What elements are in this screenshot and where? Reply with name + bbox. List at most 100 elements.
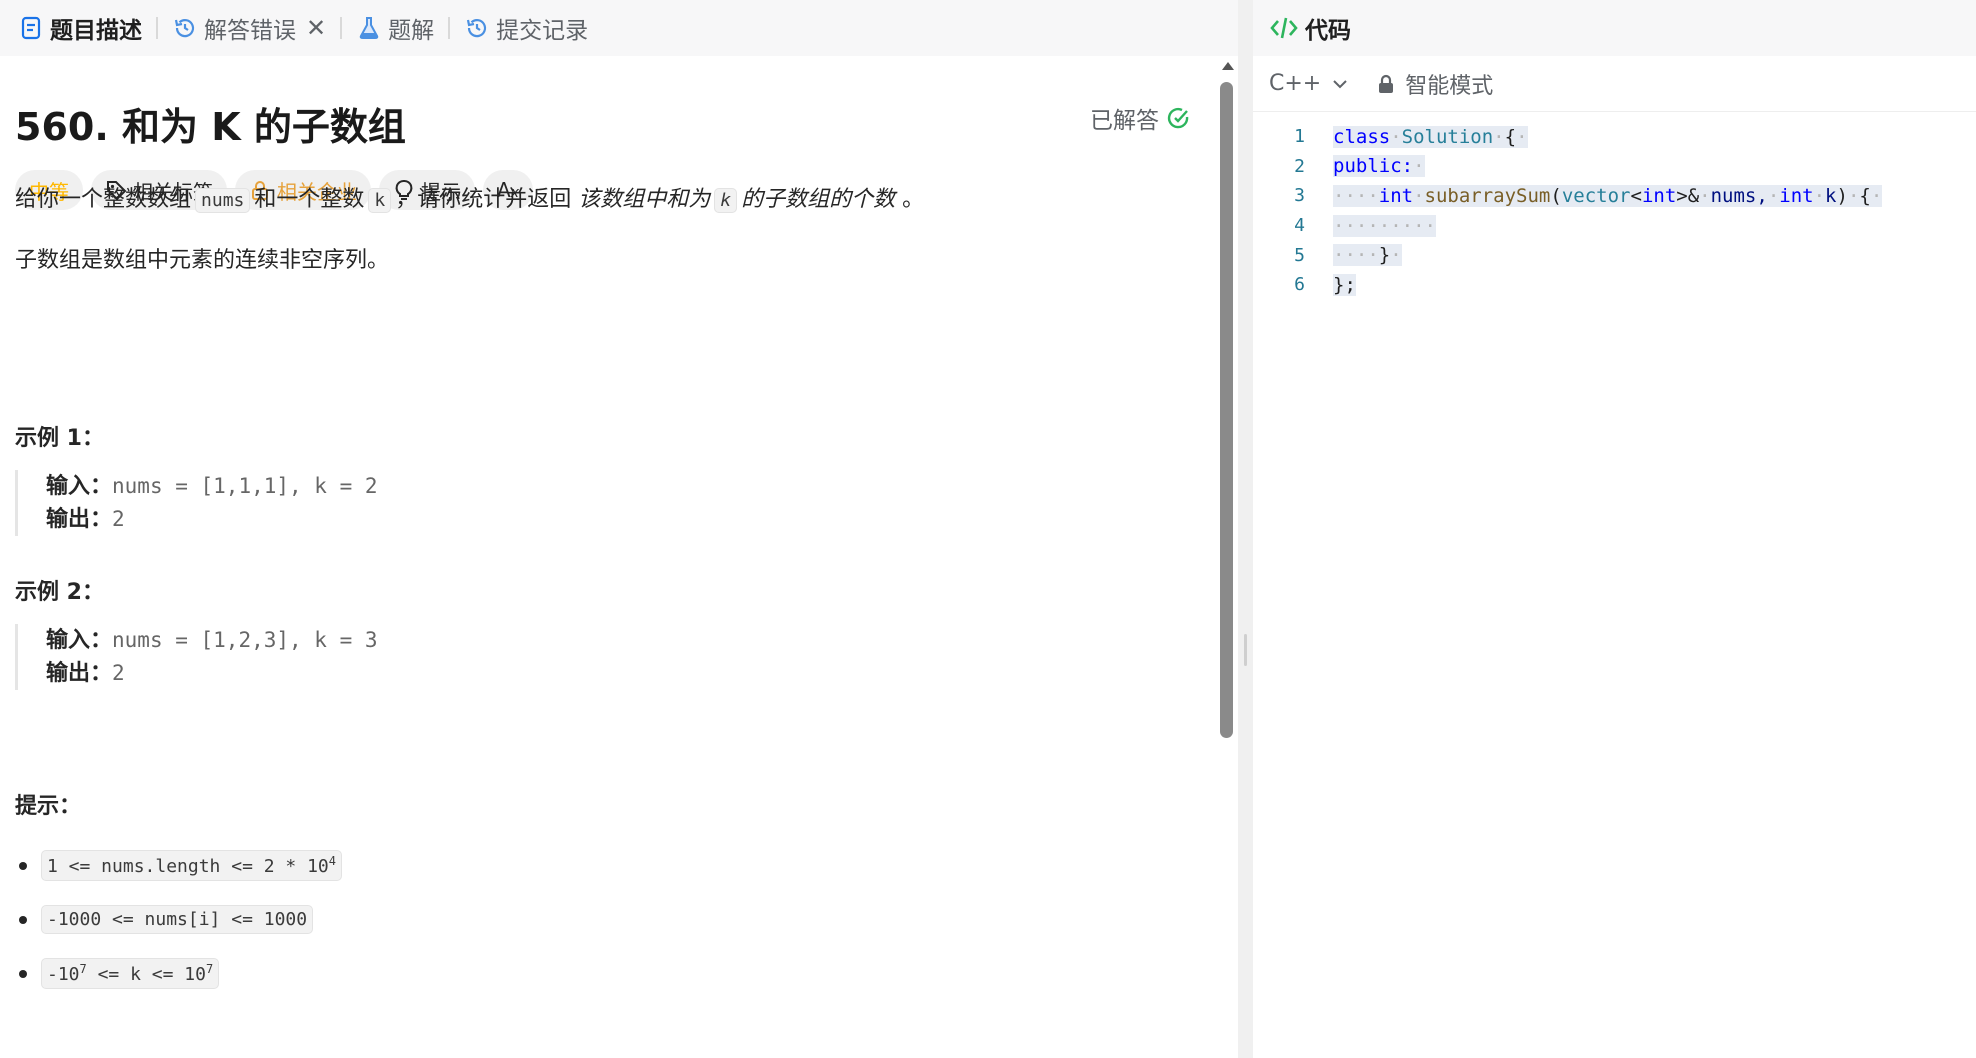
- example-heading: 示例 2：: [15, 580, 104, 605]
- subarray-definition: 子数组是数组中元素的连续非空序列。: [15, 248, 390, 273]
- example-block: 输入：nums = [1,1,1], k = 2 输出：2: [15, 470, 615, 536]
- example-output: 输出：2: [46, 657, 615, 690]
- problem-content: 560. 和为 K 的子数组 已解答 中等 相关标签 相关企业 提示 Ax 给你…: [0, 56, 1218, 1058]
- code-line: 1 class·Solution·{·: [1253, 122, 1976, 152]
- code-header-title: 代码: [1305, 18, 1351, 44]
- code-token: >&: [1676, 184, 1700, 207]
- constraint-text: 1 <= nums.length <= 2 * 10: [47, 855, 329, 877]
- example-heading: 示例 1：: [15, 426, 104, 451]
- description-icon: [18, 15, 44, 41]
- code-token: {: [1859, 184, 1871, 207]
- tab-description[interactable]: 题目描述: [10, 0, 150, 56]
- input-label: 输入：: [46, 474, 113, 499]
- tab-separator: [340, 17, 343, 39]
- code-token: <: [1630, 184, 1642, 207]
- tab-solutions[interactable]: 题解: [348, 0, 442, 56]
- problem-title[interactable]: 560. 和为 K 的子数组: [15, 96, 406, 151]
- desc-text: 给你一个整数数组: [15, 187, 192, 212]
- list-item: 1 <= nums.length <= 2 * 104: [15, 838, 342, 892]
- line-number: 3: [1294, 185, 1305, 207]
- constraints-list: 1 <= nums.length <= 2 * 104 -1000 <= num…: [15, 838, 342, 1000]
- panel-resizer[interactable]: [1238, 0, 1253, 1058]
- list-item: -107 <= k <= 107: [15, 946, 342, 1000]
- constraint-code: -1000 <= nums[i] <= 1000: [41, 904, 314, 934]
- tab-separator: [448, 17, 451, 39]
- code-text[interactable]: ····}·: [1333, 244, 1402, 267]
- code-token: public:: [1333, 155, 1414, 178]
- code-nums: nums: [195, 188, 251, 213]
- flask-icon: [356, 15, 382, 41]
- code-token: int: [1779, 184, 1814, 207]
- history-icon: [464, 15, 490, 41]
- code-editor[interactable]: 1 class·Solution·{· 2 public:· 3 ····int…: [1253, 122, 1976, 300]
- scroll-up-icon[interactable]: [1222, 62, 1234, 70]
- scrollbar-thumb[interactable]: [1220, 82, 1233, 738]
- tab-label: 解答错误: [204, 18, 296, 44]
- code-line: 5 ····}·: [1253, 240, 1976, 270]
- tab-wrong-answer[interactable]: 解答错误 ✕: [164, 0, 334, 56]
- smart-mode-toggle[interactable]: 智能模式: [1377, 68, 1493, 100]
- constraint-sup: 4: [328, 853, 336, 868]
- code-token: {: [1504, 125, 1517, 148]
- code-token: (: [1550, 184, 1562, 207]
- constraint-text: -10: [47, 963, 80, 985]
- line-number: 4: [1294, 215, 1305, 237]
- constraint-sup: 7: [79, 961, 87, 976]
- line-number: 6: [1294, 274, 1305, 296]
- code-token: int: [1378, 184, 1414, 207]
- input-value: nums = [1,1,1], k = 2: [112, 474, 378, 498]
- code-text[interactable]: };: [1333, 273, 1356, 296]
- constraint-text: <= k <= 10: [86, 963, 206, 985]
- code-line: 2 public:·: [1253, 152, 1976, 182]
- desc-text: 。: [902, 187, 925, 212]
- input-value: nums = [1,2,3], k = 3: [112, 628, 378, 652]
- code-token: nums,: [1710, 184, 1768, 207]
- output-label: 输出：: [46, 507, 113, 532]
- output-value: 2: [112, 661, 125, 685]
- constraints-heading: 提示：: [15, 794, 82, 819]
- solved-status: 已解答: [1090, 101, 1191, 135]
- problem-description: 给你一个整数数组 nums 和一个整数 k ，请你统计并返回 该数组中和为 k 的子数组的个…: [15, 184, 924, 217]
- language-value: C++: [1269, 71, 1322, 96]
- tab-label: 题目描述: [50, 18, 142, 44]
- code-token: int: [1641, 184, 1677, 207]
- check-circle-icon: [1167, 107, 1189, 129]
- tab-submissions[interactable]: 提交记录: [456, 0, 596, 56]
- code-token: subarraySum: [1424, 184, 1551, 207]
- desc-emphasis: 的子数组的个数: [741, 187, 896, 212]
- code-panel: 代码 C++ 智能模式 1 class·Solution·{· 2 public…: [1253, 0, 1976, 1058]
- problem-scrollbar[interactable]: [1216, 58, 1238, 1058]
- resize-handle[interactable]: [1244, 634, 1247, 666]
- language-select[interactable]: C++: [1269, 71, 1349, 96]
- output-value: 2: [112, 507, 125, 531]
- code-token: vector: [1561, 184, 1631, 207]
- output-label: 输出：: [46, 661, 113, 686]
- lock-icon: [1379, 74, 1394, 93]
- code-text[interactable]: public:·: [1333, 155, 1425, 178]
- code-line: 3 ····int·subarraySum(vector<int>&·nums,…: [1253, 181, 1976, 211]
- code-k-italic: k: [714, 188, 738, 213]
- code-line: 6 };: [1253, 270, 1976, 300]
- example-block: 输入：nums = [1,2,3], k = 3 输出：2: [15, 624, 615, 690]
- code-text[interactable]: class·Solution·{·: [1333, 125, 1528, 148]
- editor-toolbar: C++ 智能模式: [1253, 56, 1976, 112]
- constraint-code: 1 <= nums.length <= 2 * 104: [41, 849, 342, 881]
- input-label: 输入：: [46, 628, 113, 653]
- code-token: ): [1836, 184, 1848, 207]
- history-icon: [172, 15, 198, 41]
- code-token: };: [1333, 273, 1356, 296]
- problem-panel: 题目描述 解答错误 ✕ 题解 提交记录 560. 和为 K 的子数组 已解答 中…: [0, 0, 1238, 1058]
- close-icon[interactable]: ✕: [306, 14, 326, 42]
- code-header: 代码: [1253, 0, 1976, 56]
- tab-separator: [156, 17, 158, 39]
- smart-mode-label: 智能模式: [1405, 73, 1494, 99]
- code-token: }: [1378, 244, 1391, 267]
- constraint-code: -107 <= k <= 107: [41, 957, 220, 989]
- code-token: Solution: [1401, 125, 1494, 148]
- tab-label: 题解: [388, 18, 435, 44]
- code-text[interactable]: ····int·subarraySum(vector<int>&·nums,·i…: [1333, 184, 1883, 207]
- code-text[interactable]: ·········: [1333, 214, 1436, 237]
- chevron-down-icon: [1333, 79, 1347, 88]
- tab-label: 提交记录: [496, 18, 589, 44]
- constraint-sup: 7: [205, 961, 214, 976]
